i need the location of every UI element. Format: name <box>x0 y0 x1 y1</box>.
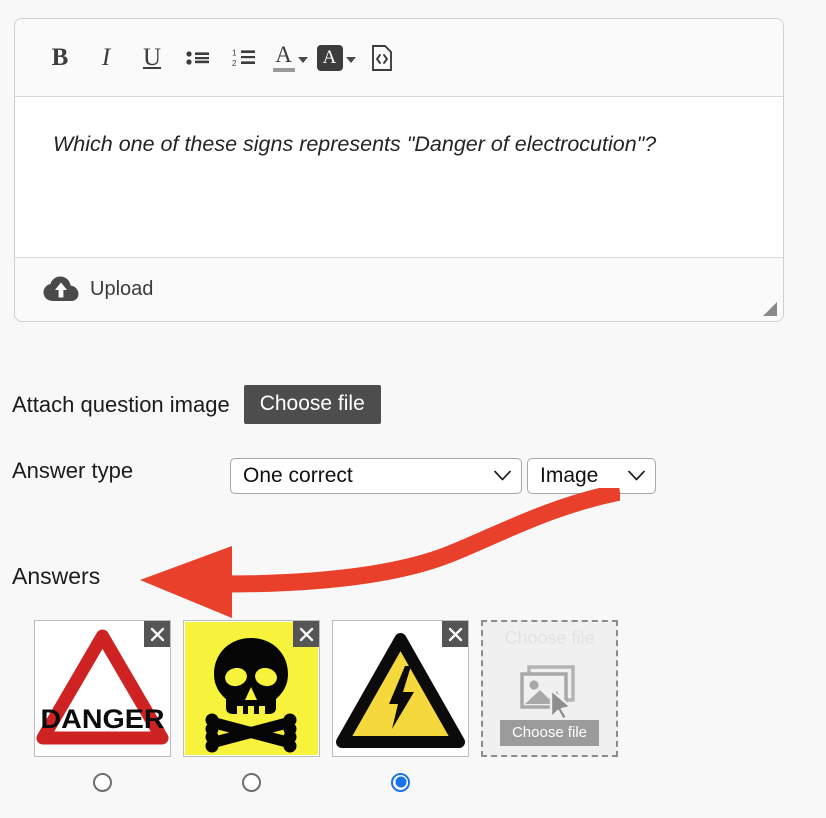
answer-format-value: Image <box>540 464 599 487</box>
answer-type-row: Answer type <box>12 458 133 484</box>
answer-radio-wrapper <box>391 770 410 794</box>
resize-grip-icon[interactable] <box>758 297 778 317</box>
answer-radio-skull-crossbones[interactable] <box>242 772 261 792</box>
question-editor: B I U 1 2 A A Which one of these signs r… <box>14 18 784 322</box>
source-code-icon <box>372 44 392 71</box>
svg-text:2: 2 <box>232 59 237 68</box>
close-icon <box>448 627 462 641</box>
answers-heading: Answers <box>12 563 101 589</box>
answer-option-electric-hazard <box>332 620 469 794</box>
answer-upload-dropzone[interactable]: Choose file Choose file <box>481 620 618 757</box>
answer-choose-file-button[interactable]: Choose file <box>499 720 600 746</box>
source-code-button[interactable] <box>359 35 405 81</box>
attach-question-image-choose-file-button[interactable]: Choose file <box>243 385 381 425</box>
answer-thumbnail[interactable]: DANGER <box>34 620 171 757</box>
editor-footer: Upload <box>15 257 783 321</box>
svg-text:1: 1 <box>232 49 237 58</box>
answer-mode-select[interactable]: One correct <box>230 458 522 494</box>
remove-answer-button[interactable] <box>442 621 468 647</box>
image-placeholder-icon <box>519 664 575 721</box>
upload-button[interactable]: Upload <box>43 276 153 303</box>
highlight-color-swatch: A <box>316 44 343 71</box>
bulleted-list-button[interactable] <box>175 35 221 81</box>
text-color-icon: A <box>275 42 292 67</box>
close-icon <box>150 627 164 641</box>
dropzone-ghost-text: Choose file <box>504 628 595 648</box>
answer-radio-danger-triangle[interactable] <box>93 772 112 792</box>
answer-option-skull-crossbones <box>183 620 320 794</box>
close-icon <box>299 627 313 641</box>
editor-content-area[interactable]: Which one of these signs represents "Dan… <box>15 97 783 257</box>
chevron-down-icon <box>345 56 356 63</box>
attach-question-image-row: Attach question image Choose file <box>12 385 381 425</box>
question-text: Which one of these signs represents "Dan… <box>53 132 657 156</box>
answer-option-empty-slot: Choose file Choose file <box>481 620 618 794</box>
answer-mode-value: One correct <box>243 464 353 487</box>
remove-answer-button[interactable] <box>144 621 170 647</box>
numbered-list-icon: 1 2 <box>232 49 255 68</box>
bold-button[interactable]: B <box>37 35 83 81</box>
remove-answer-button[interactable] <box>293 621 319 647</box>
answer-radio-wrapper <box>242 770 261 794</box>
cloud-upload-icon <box>43 276 79 301</box>
answer-radio-electric-hazard[interactable] <box>391 772 410 792</box>
highlight-color-icon: A <box>322 47 337 68</box>
answer-format-select[interactable]: Image <box>527 458 656 494</box>
highlight-color-button[interactable]: A <box>313 35 359 81</box>
text-color-swatch <box>272 68 295 72</box>
answers-grid: DANGER Choose file Choose file <box>34 620 618 794</box>
annotation-arrow <box>140 488 620 618</box>
answer-type-label: Answer type <box>12 458 134 483</box>
underline-button[interactable]: U <box>129 35 175 81</box>
answer-radio-wrapper <box>93 770 112 794</box>
chevron-down-icon <box>628 470 645 481</box>
answer-thumbnail[interactable] <box>183 620 320 757</box>
italic-icon: I <box>101 43 111 71</box>
attach-question-image-label: Attach question image <box>12 391 230 417</box>
danger-sign-text: DANGER <box>41 704 165 734</box>
chevron-down-icon <box>297 56 308 63</box>
text-color-button[interactable]: A <box>267 35 313 81</box>
answer-option-danger-triangle: DANGER <box>34 620 171 794</box>
underline-icon: U <box>142 43 162 71</box>
bulleted-list-icon <box>186 50 209 65</box>
chevron-down-icon <box>494 470 511 481</box>
upload-label: Upload <box>90 278 154 300</box>
italic-button[interactable]: I <box>83 35 129 81</box>
bold-icon: B <box>51 43 69 71</box>
answer-thumbnail[interactable] <box>332 620 469 757</box>
numbered-list-button[interactable]: 1 2 <box>221 35 267 81</box>
editor-toolbar: B I U 1 2 A A <box>15 19 783 97</box>
